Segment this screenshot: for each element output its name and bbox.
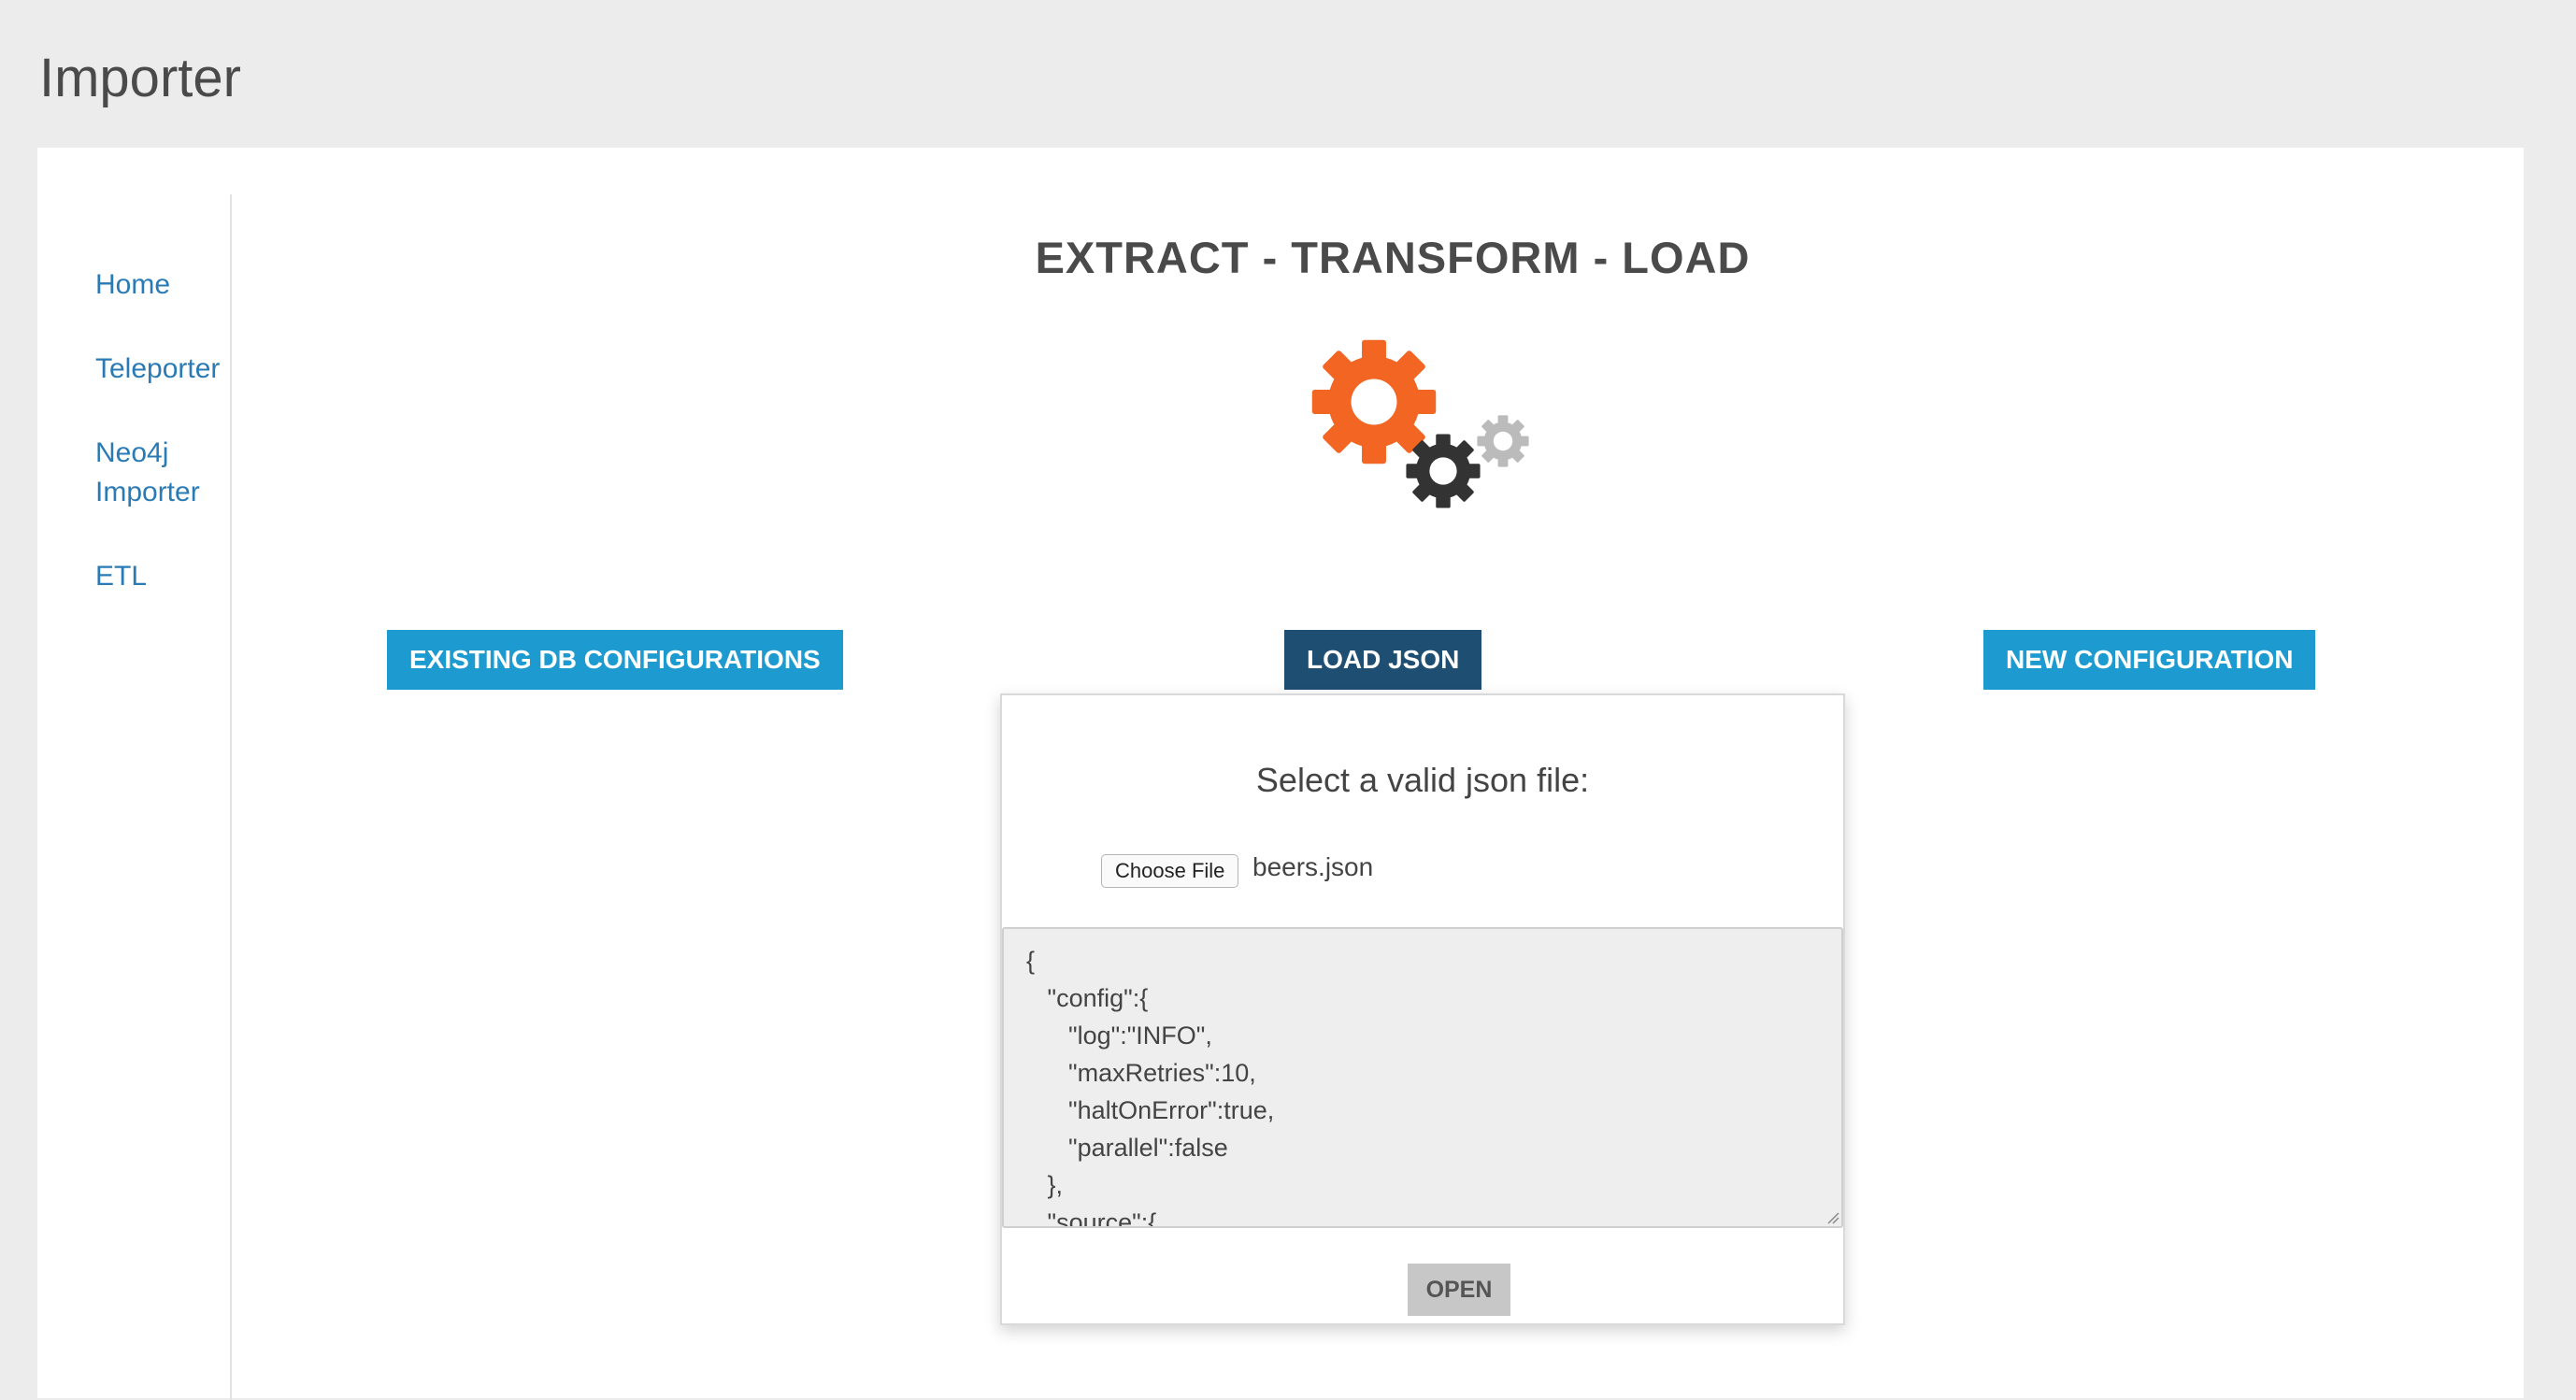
choose-file-button[interactable]: Choose File (1101, 854, 1239, 888)
sidebar: Home Teleporter Neo4j Importer ETL (37, 194, 232, 1400)
main-panel: Home Teleporter Neo4j Importer ETL EXTRA… (37, 148, 2524, 1400)
load-json-dialog: Select a valid json file: Choose File be… (1000, 693, 1845, 1325)
sidebar-item-etl[interactable]: ETL (95, 557, 147, 596)
existing-db-configurations-button[interactable]: EXISTING DB CONFIGURATIONS (387, 630, 843, 690)
gear-small-icon (1477, 415, 1529, 467)
dialog-title: Select a valid json file: (1255, 761, 1590, 799)
open-button[interactable]: OPEN (1408, 1264, 1510, 1316)
resize-handle-icon[interactable] (1826, 1211, 1839, 1224)
sidebar-item-neo4j-importer[interactable]: Neo4j Importer (95, 434, 208, 512)
page-header: Importer (39, 48, 241, 108)
sidebar-item-teleporter[interactable]: Teleporter (95, 350, 220, 389)
json-content-textarea[interactable]: { "config":{ "log":"INFO", "maxRetries":… (1002, 927, 1843, 1228)
gear-medium-icon (1406, 434, 1481, 508)
gears-icon (1311, 339, 1529, 508)
new-configuration-button[interactable]: NEW CONFIGURATION (1983, 630, 2316, 690)
page-title: EXTRACT - TRANSFORM - LOAD (1035, 233, 1751, 282)
load-json-button[interactable]: LOAD JSON (1284, 630, 1482, 690)
selected-file-name: beers.json (1252, 852, 1374, 881)
